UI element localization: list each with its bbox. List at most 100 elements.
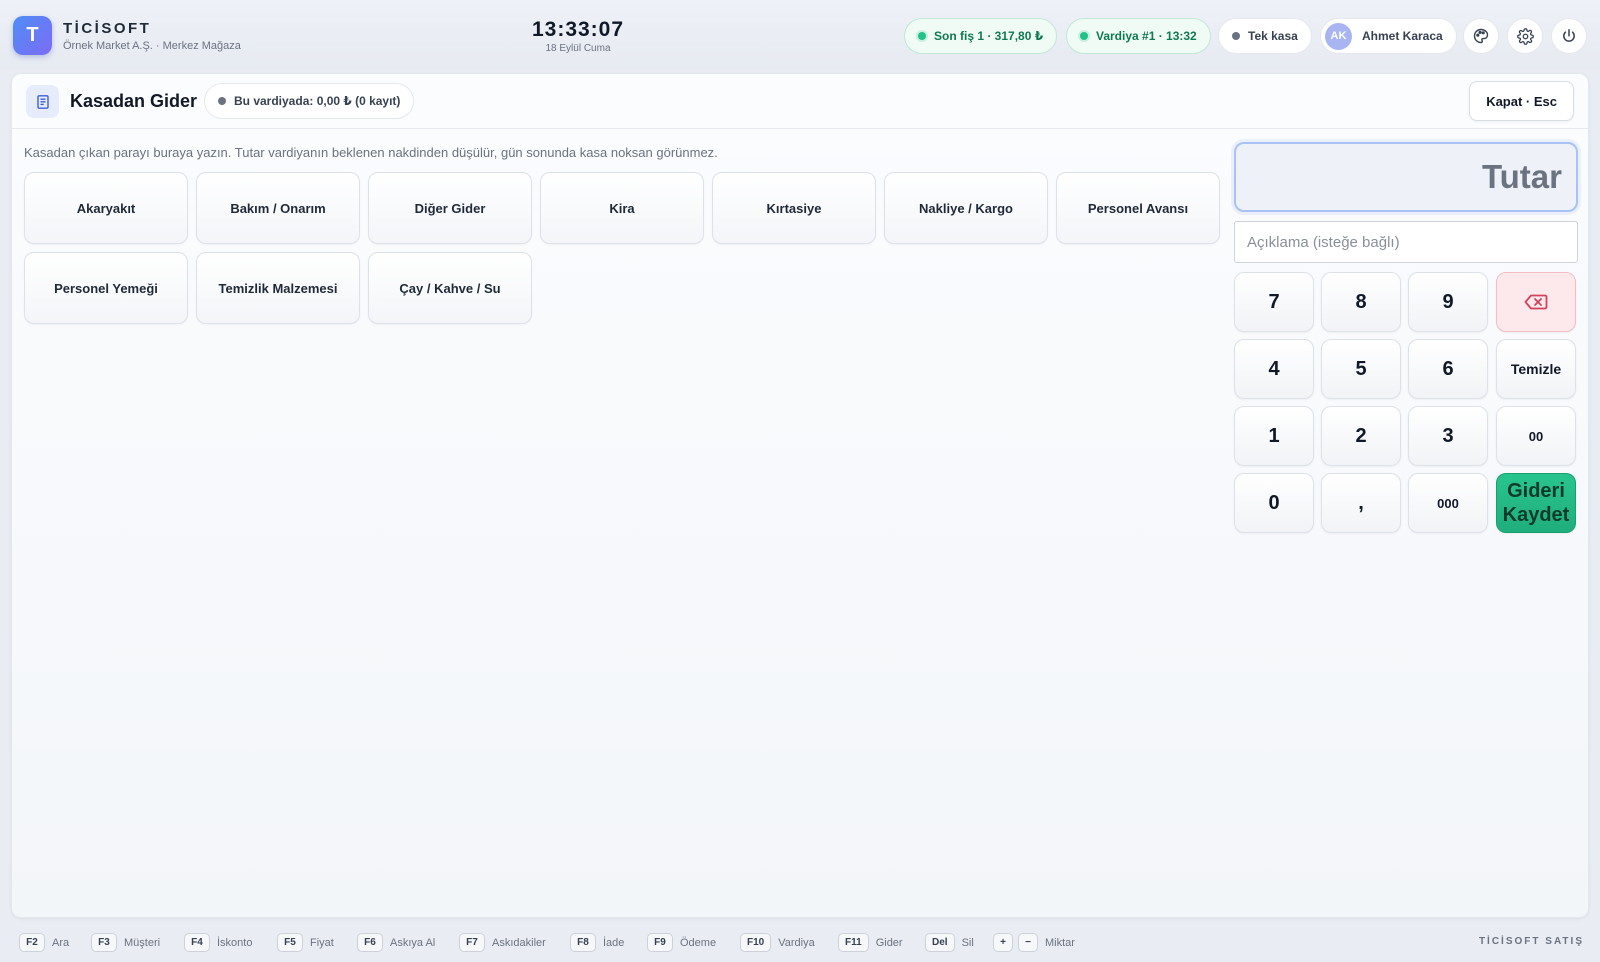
shortcut-key: F3 [91, 933, 117, 952]
shortcut-key: F7 [459, 933, 485, 952]
key-comma[interactable]: , [1321, 473, 1401, 533]
shortcut-key: F11 [838, 933, 869, 952]
shortcut-key: − [1018, 933, 1038, 952]
gear-icon [1516, 27, 1534, 45]
save-label-line1: Gideri [1507, 480, 1565, 502]
category-button[interactable]: Çay / Kahve / Su [368, 252, 532, 324]
shift-pill[interactable]: Vardiya #1 · 13:32 [1066, 18, 1211, 54]
shortcut-bar: F2 Ara F3 Müşteri F4 İskonto F5 Fiyat F6… [0, 922, 1600, 962]
instruction-text: Kasadan çıkan parayı buraya yazın. Tutar… [24, 145, 718, 160]
category-button[interactable]: Akaryakıt [24, 172, 188, 244]
clock-date: 18 Eylül Cuma [545, 43, 611, 54]
logo-letter: T [26, 24, 39, 46]
backspace-button[interactable] [1496, 272, 1576, 332]
shortcut-key: F10 [740, 933, 772, 952]
store-name: Örnek Market A.Ş. · Merkez Mağaza [63, 40, 241, 52]
description-input[interactable] [1234, 221, 1578, 263]
shortcut-customer[interactable]: F3 Müşteri [91, 933, 160, 952]
shortcut-suspend[interactable]: F6 Askıya Al [357, 933, 435, 952]
key-3[interactable]: 3 [1408, 406, 1488, 466]
shortcut-label: Sil [961, 936, 974, 949]
shortcut-label: Ara [52, 936, 70, 949]
app-logo: T [13, 16, 52, 55]
category-button[interactable]: Personel Avansı [1056, 172, 1220, 244]
logout-button[interactable] [1551, 18, 1587, 54]
shortcut-key: F5 [277, 933, 303, 952]
last-receipt-pill[interactable]: Son fiş 1 · 317,80 ₺ [904, 18, 1058, 54]
key-4[interactable]: 4 [1234, 339, 1314, 399]
shortcut-key: F9 [647, 933, 673, 952]
shortcut-return[interactable]: F8 İade [570, 933, 624, 952]
shortcut-label: Ödeme [680, 936, 717, 949]
receipt-icon-box [26, 85, 59, 118]
shortcut-label: İade [603, 936, 625, 949]
page-title: Kasadan Gider [70, 91, 198, 111]
user-pill[interactable]: AK Ahmet Karaca [1320, 18, 1457, 54]
shortcut-label: İskonto [217, 936, 253, 949]
document-icon [36, 94, 49, 109]
top-bar: T TİCİSOFT Örnek Market A.Ş. · Merkez Ma… [0, 0, 1600, 70]
key-5[interactable]: 5 [1321, 339, 1401, 399]
shortcut-price[interactable]: F5 Fiyat [277, 933, 334, 952]
shortcut-key: F8 [570, 933, 596, 952]
status-dot [1080, 32, 1088, 40]
shortcut-key: Del [925, 933, 955, 952]
amount-display[interactable]: Tutar [1234, 142, 1578, 212]
shortcut-delete[interactable]: Del Sil [925, 933, 974, 952]
clear-button[interactable]: Temizle [1496, 339, 1576, 399]
user-name: Ahmet Karaca [1362, 29, 1443, 43]
clock-time: 13:33:07 [531, 18, 625, 41]
key-2[interactable]: 2 [1321, 406, 1401, 466]
shortcut-search[interactable]: F2 Ara [19, 933, 69, 952]
amount-placeholder: Tutar [1481, 158, 1562, 195]
shortcut-shift[interactable]: F10 Vardiya [740, 933, 815, 952]
category-button[interactable]: Nakliye / Kargo [884, 172, 1048, 244]
shortcut-suspended-list[interactable]: F7 Askıdakiler [459, 933, 546, 952]
last-receipt-label: Son fiş 1 · 317,80 ₺ [934, 29, 1044, 43]
shortcut-key: F2 [19, 933, 45, 952]
status-dot [918, 32, 926, 40]
close-button[interactable]: Kapat · Esc [1469, 81, 1574, 121]
settings-button[interactable] [1507, 18, 1543, 54]
panel-header: Kasadan Gider Bu vardiyada: 0,00 ₺ (0 ka… [12, 74, 1588, 129]
category-button[interactable]: Kira [540, 172, 704, 244]
shortcut-key: F4 [184, 933, 210, 952]
shortcut-quantity[interactable]: + − Miktar [993, 933, 1075, 952]
shortcut-key: + [993, 933, 1013, 952]
power-icon [1563, 29, 1575, 42]
shortcut-label: Askıya Al [390, 936, 436, 949]
key-1[interactable]: 1 [1234, 406, 1314, 466]
key-000[interactable]: 000 [1408, 473, 1488, 533]
category-button[interactable]: Kırtasiye [712, 172, 876, 244]
status-dot [1232, 32, 1240, 40]
key-00[interactable]: 00 [1496, 406, 1576, 466]
shortcut-label: Gider [875, 936, 903, 949]
category-button[interactable]: Bakım / Onarım [196, 172, 360, 244]
expense-panel: Kasadan Gider Bu vardiyada: 0,00 ₺ (0 ka… [11, 73, 1589, 918]
shortcut-label: Askıdakiler [492, 936, 546, 949]
footer-brand: TİCİSOFT SATIŞ [1478, 936, 1584, 947]
shortcut-label: Fiyat [310, 936, 334, 949]
shortcut-key: F6 [357, 933, 383, 952]
shortcut-expense[interactable]: F11 Gider [838, 933, 903, 952]
avatar: AK [1325, 22, 1352, 50]
shortcut-payment[interactable]: F9 Ödeme [647, 933, 716, 952]
shift-total-badge: Bu vardiyada: 0,00 ₺ (0 kayıt) [204, 83, 415, 119]
key-0[interactable]: 0 [1234, 473, 1314, 533]
theme-button[interactable] [1463, 18, 1499, 54]
shortcut-discount[interactable]: F4 İskonto [184, 933, 252, 952]
category-button[interactable]: Diğer Gider [368, 172, 532, 244]
key-7[interactable]: 7 [1234, 272, 1314, 332]
shortcut-label: Miktar [1045, 936, 1075, 949]
key-6[interactable]: 6 [1408, 339, 1488, 399]
category-button[interactable]: Personel Yemeği [24, 252, 188, 324]
clock: 13:33:07 18 Eylül Cuma [520, 18, 636, 54]
key-8[interactable]: 8 [1321, 272, 1401, 332]
key-9[interactable]: 9 [1408, 272, 1488, 332]
register-label: Tek kasa [1248, 29, 1298, 43]
category-button[interactable]: Temizlik Malzemesi [196, 252, 360, 324]
shift-total-label: Bu vardiyada: 0,00 ₺ (0 kayıt) [234, 94, 401, 108]
backspace-icon [1524, 294, 1548, 310]
register-pill[interactable]: Tek kasa [1218, 18, 1312, 54]
save-expense-button[interactable]: Gideri Kaydet [1496, 473, 1576, 533]
